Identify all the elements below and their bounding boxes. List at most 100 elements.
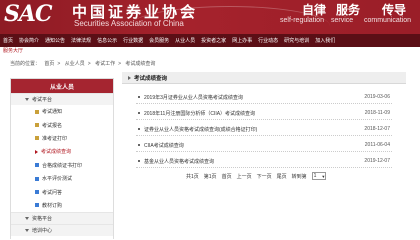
sidebar-item-label: 合格成绩证书打印 (42, 162, 83, 169)
pager-first-link[interactable]: 首页 (222, 173, 232, 180)
pagination: 共1页 第1页 首页 上一页 下一页 尾页 转到第 1 ▼ (186, 172, 331, 180)
sidebar-title: 从业人员 (11, 79, 113, 93)
bullet-icon (138, 96, 140, 98)
nav-item-data[interactable]: 行业数据 (123, 37, 143, 44)
expand-icon (25, 217, 29, 221)
bullet-icon (35, 176, 39, 181)
slogan-en-service: service (331, 17, 354, 24)
breadcrumb-label: 当前的位置： (10, 61, 41, 67)
sidebar-item-label: 考试成绩查询 (41, 149, 72, 156)
list-item[interactable]: CIIA考试成绩查询 2011-06-04 (122, 140, 406, 152)
sidebar-item-label: 培训中心 (32, 228, 53, 235)
slogan-cn-selfreg: 自律 (302, 3, 327, 17)
nav-item-home[interactable]: 首页 (3, 37, 13, 44)
bullet-icon (138, 128, 140, 130)
nav-item-investors[interactable]: 投资者之家 (201, 37, 226, 44)
pager-last-link[interactable]: 尾页 (277, 173, 287, 180)
list-item-date: 2018-12-07 (364, 126, 390, 132)
list-item[interactable]: 2018年11月注册国际分析师（CIIA）考试成绩查询 2018-11-09 (122, 108, 406, 120)
sidebar-item-label: 准考证打印 (42, 135, 68, 142)
expand-icon (25, 98, 29, 101)
arrow-right-icon (128, 75, 131, 80)
sidebar-item-label: 水平评价测试 (42, 176, 73, 183)
nav-item-news[interactable]: 行业动态 (258, 37, 278, 44)
expand-icon (25, 229, 29, 233)
section-title: 考试成绩查询 (134, 75, 168, 82)
list-item-date: 2019-03-06 (364, 94, 390, 100)
sidebar-item-score-query[interactable]: 考试成绩查询 (11, 145, 113, 158)
list-item[interactable]: 2019年3月证券业从业人员资格考试成绩查询 2019-03-06 (122, 92, 406, 104)
sidebar-item-textbook-order[interactable]: 教材订购 (11, 199, 113, 212)
sidebar-item-level-test[interactable]: 水平评价测试 (11, 172, 113, 185)
bullet-icon (35, 203, 39, 208)
list-item-date: 2018-11-09 (364, 110, 390, 116)
slogan-en-selfreg: self-regulation (280, 17, 324, 24)
page-select-value: 1 (313, 173, 317, 179)
service-hall-link[interactable]: 服务大厅 (3, 47, 23, 54)
breadcrumb-exam-work[interactable]: 考试工作 (95, 61, 115, 67)
sidebar-item-label: 教材订购 (42, 202, 63, 209)
nav-item-disclosure[interactable]: 信息公示 (97, 37, 117, 44)
nav-item-about[interactable]: 协会简介 (19, 37, 39, 44)
breadcrumb-score-query: 考试成绩查询 (125, 61, 156, 67)
slogan-en-communication: communication (364, 17, 412, 24)
bullet-icon (35, 109, 39, 114)
arrow-right-icon (35, 149, 38, 154)
pager-prev-link[interactable]: 上一页 (237, 173, 252, 180)
sidebar: 从业人员 考试平台 考试通知 考试报名 准考证打印 考试成绩查询 合格成绩证书打… (10, 78, 114, 239)
bullet-icon (138, 144, 140, 146)
list-item-title[interactable]: 基金从业人员资格考试成绩查询 (144, 158, 214, 165)
nav-item-practitioners[interactable]: 从业人员 (175, 37, 195, 44)
page-select[interactable]: 1 ▼ (311, 172, 326, 180)
list-item-date: 2019-12-07 (364, 158, 390, 164)
nav-item-laws[interactable]: 法律法规 (71, 37, 91, 44)
bullet-icon (35, 163, 39, 168)
bullet-icon (35, 190, 39, 195)
pager-current: 第1页 (203, 173, 217, 180)
list-item-title[interactable]: 证券业从业人员资格考试成绩查询(成绩合格证打印) (144, 126, 257, 133)
sidebar-item-label: 考试问答 (42, 189, 63, 196)
pager-next-link[interactable]: 下一页 (257, 173, 272, 180)
sidebar-item-training-center[interactable]: 培训中心 (11, 224, 113, 237)
sidebar-item-exam-platform[interactable]: 考试平台 (11, 93, 113, 105)
list-item-title[interactable]: 2019年3月证券业从业人员资格考试成绩查询 (144, 94, 243, 101)
nav-item-research[interactable]: 研究与培训 (284, 37, 309, 44)
list-item-date: 2011-06-04 (364, 142, 390, 148)
slogan-cn-communication: 传导 (382, 3, 407, 17)
main-content: 考试成绩查询 2019年3月证券业从业人员资格考试成绩查询 2019-03-06… (122, 72, 406, 239)
list-item-title[interactable]: CIIA考试成绩查询 (144, 142, 184, 149)
site-title-en: Securities Association of China (74, 19, 184, 28)
sidebar-item-label: 考试报名 (42, 122, 63, 129)
nav-item-members[interactable]: 会员服务 (149, 37, 169, 44)
nav-item-online-service[interactable]: 网上办事 (232, 37, 252, 44)
nav-item-join[interactable]: 加入我们 (315, 37, 335, 44)
sidebar-item-exam-registration[interactable]: 考试报名 (11, 118, 113, 131)
bullet-icon (35, 136, 39, 141)
sidebar-item-exam-qa[interactable]: 考试问答 (11, 185, 113, 198)
top-nav: 首页 协会简介 通知公告 法律法规 信息公示 行业数据 会员服务 从业人员 投资… (0, 34, 420, 47)
breadcrumb-home[interactable]: 首页 (44, 61, 54, 67)
section-header: 考试成绩查询 (122, 72, 406, 84)
sidebar-item-exam-notices[interactable]: 考试通知 (11, 105, 113, 118)
list-item[interactable]: 基金从业人员资格考试成绩查询 2019-12-07 (122, 156, 406, 168)
sidebar-item-label: 资格平台 (32, 216, 53, 223)
chevron-down-icon: ▼ (321, 173, 326, 179)
breadcrumb: 当前的位置： 首页 > 从业人员 > 考试工作 > 考试成绩查询 (10, 61, 156, 67)
pager-goto-label: 转到第 (291, 173, 307, 180)
bullet-icon (35, 123, 39, 128)
sidebar-item-admission-ticket[interactable]: 准考证打印 (11, 132, 113, 145)
breadcrumb-practitioners[interactable]: 从业人员 (65, 61, 85, 67)
bullet-icon (138, 160, 140, 162)
sidebar-item-qualification-platform[interactable]: 资格平台 (11, 212, 113, 225)
list-item-title[interactable]: 2018年11月注册国际分析师（CIIA）考试成绩查询 (144, 110, 255, 117)
sac-logo[interactable]: SAC (4, 1, 52, 27)
sidebar-item-label: 考试平台 (32, 97, 53, 103)
nav-item-notices[interactable]: 通知公告 (45, 37, 65, 44)
pager-total: 共1页 (186, 173, 199, 180)
site-header: SAC 中国证券业协会 Securities Association of Ch… (0, 0, 420, 34)
sidebar-item-certificate-print[interactable]: 合格成绩证书打印 (11, 159, 113, 172)
slogan-cn-service: 服务 (336, 3, 361, 17)
bullet-icon (138, 112, 140, 114)
list-item[interactable]: 证券业从业人员资格考试成绩查询(成绩合格证打印) 2018-12-07 (122, 124, 406, 136)
sidebar-item-label: 考试通知 (42, 109, 63, 116)
